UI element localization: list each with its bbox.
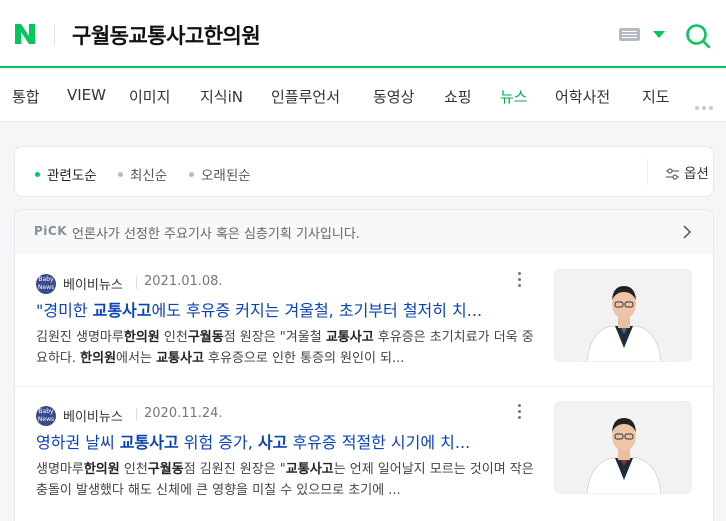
search-query-input[interactable]: 구월동교통사고한의원 — [72, 20, 261, 50]
highlight-keyword: 구월동 — [147, 462, 184, 477]
press-name[interactable]: 베이비뉴스 — [63, 406, 123, 425]
press-name[interactable]: 베이비뉴스 — [63, 274, 123, 293]
option-button[interactable]: 옵션 — [665, 162, 709, 182]
search-icon[interactable] — [684, 22, 712, 50]
highlight-keyword: 사고 — [257, 433, 288, 452]
tab-dictionary[interactable]: 어학사전 — [555, 86, 610, 107]
more-tabs-icon[interactable] — [695, 95, 716, 114]
doctor-photo-icon — [555, 270, 691, 361]
text-segment: 후유증 적절한 시기에 치... — [287, 433, 471, 452]
header-divider — [54, 24, 55, 46]
highlight-keyword: 구월동 — [187, 330, 224, 345]
article-thumbnail[interactable] — [554, 269, 692, 362]
sort-oldest[interactable]: 오래된순 — [189, 164, 251, 184]
naver-logo-icon[interactable] — [13, 22, 37, 46]
press-logo-icon[interactable]: Baby News — [36, 274, 56, 294]
text-segment: 후유증으로 인한 통증의 원인이 되... — [203, 351, 405, 366]
highlight-keyword: 교통사고 — [92, 301, 152, 320]
tab-map[interactable]: 지도 — [642, 86, 670, 107]
news-item: Baby News 베이비뉴스 2020.11.24. 영하권 날씨 교통사고 … — [15, 386, 713, 516]
tab-images[interactable]: 이미지 — [129, 86, 170, 107]
article-summary[interactable]: 생명마루한의원 인천구월동점 김원진 원장은 "교통사고는 언제 일어날지 모르… — [36, 459, 536, 503]
article-date: 2021.01.08. — [144, 274, 223, 289]
text-segment: 생명마루 — [36, 462, 84, 477]
article-title[interactable]: "경미한 교통사고에도 후유증 커지는 겨울철, 초기부터 철저히 치... — [36, 297, 536, 321]
sort-relevance[interactable]: 관련도순 — [35, 164, 97, 184]
highlight-keyword: 교통사고 — [156, 351, 204, 366]
text-segment: 인천 — [159, 330, 188, 345]
highlight-keyword: 한의원 — [83, 462, 120, 477]
doctor-photo-icon — [555, 402, 691, 493]
pick-banner[interactable]: PiCK 언론사가 선정한 주요기사 혹은 심층기획 기사입니다. — [15, 210, 713, 254]
text-segment: 인천 — [119, 462, 148, 477]
sliders-icon — [666, 168, 679, 180]
highlight-keyword: 교통사고 — [119, 433, 179, 452]
dot-icon — [118, 172, 123, 177]
search-header: 구월동교통사고한의원 — [0, 0, 726, 68]
highlight-keyword: 교통사고 — [325, 330, 374, 345]
active-dot-icon — [35, 172, 40, 177]
text-segment: 점 원장은 "겨울철 — [223, 330, 326, 345]
option-divider — [647, 159, 648, 185]
highlight-keyword: 한의원 — [80, 351, 117, 366]
news-item: Baby News 베이비뉴스 2021.01.08. "경미한 교통사고에도 … — [15, 255, 713, 385]
tab-video[interactable]: 동영상 — [373, 86, 414, 107]
tab-view[interactable]: VIEW — [67, 86, 106, 104]
more-options-icon[interactable] — [518, 404, 522, 422]
press-logo-icon[interactable]: Baby News — [36, 406, 56, 426]
chevron-right-icon — [683, 225, 692, 239]
news-results: PiCK 언론사가 선정한 주요기사 혹은 심층기획 기사입니다. Baby N… — [14, 209, 714, 521]
text-segment: "경미한 — [36, 301, 93, 320]
more-options-icon[interactable] — [518, 272, 522, 290]
tab-integrated[interactable]: 통합 — [12, 86, 40, 107]
pick-badge: PiCK — [34, 224, 68, 238]
meta-divider — [136, 409, 137, 421]
keyboard-icon[interactable] — [619, 28, 640, 41]
article-title[interactable]: 영하권 날씨 교통사고 위험 증가, 사고 후유증 적절한 시기에 치... — [36, 429, 536, 453]
dot-icon — [189, 172, 194, 177]
sort-latest[interactable]: 최신순 — [118, 164, 167, 184]
meta-divider — [136, 277, 137, 289]
tab-kin[interactable]: 지식iN — [200, 86, 243, 107]
article-thumbnail[interactable] — [554, 401, 692, 494]
text-segment: 영하권 날씨 — [36, 433, 120, 452]
text-segment: 위험 증가, — [178, 433, 258, 452]
highlight-keyword: 한의원 — [123, 330, 160, 345]
tab-shopping[interactable]: 쇼핑 — [444, 86, 472, 107]
text-segment: 김원진 생명마루 — [36, 330, 124, 345]
article-date: 2020.11.24. — [144, 406, 223, 421]
caret-down-icon[interactable] — [653, 31, 665, 38]
tab-news[interactable]: 뉴스 — [500, 86, 528, 107]
search-tabs: 통합 VIEW 이미지 지식iN 인플루언서 동영상 쇼핑 뉴스 어학사전 지도 — [0, 70, 726, 122]
sort-bar: 관련도순 최신순 오래된순 옵션 — [14, 146, 714, 197]
text-segment: 에서는 — [116, 351, 157, 366]
article-summary[interactable]: 김원진 생명마루한의원 인천구월동점 원장은 "겨울철 교통사고 후유증은 초기… — [36, 327, 536, 371]
text-segment: 점 김원진 원장은 " — [183, 462, 286, 477]
pick-description: 언론사가 선정한 주요기사 혹은 심층기획 기사입니다. — [72, 227, 360, 242]
tab-influencer[interactable]: 인플루언서 — [271, 86, 340, 107]
text-segment: 에도 후유증 커지는 겨울철, 초기부터 철저히 치... — [151, 301, 483, 320]
highlight-keyword: 교통사고 — [285, 462, 334, 477]
